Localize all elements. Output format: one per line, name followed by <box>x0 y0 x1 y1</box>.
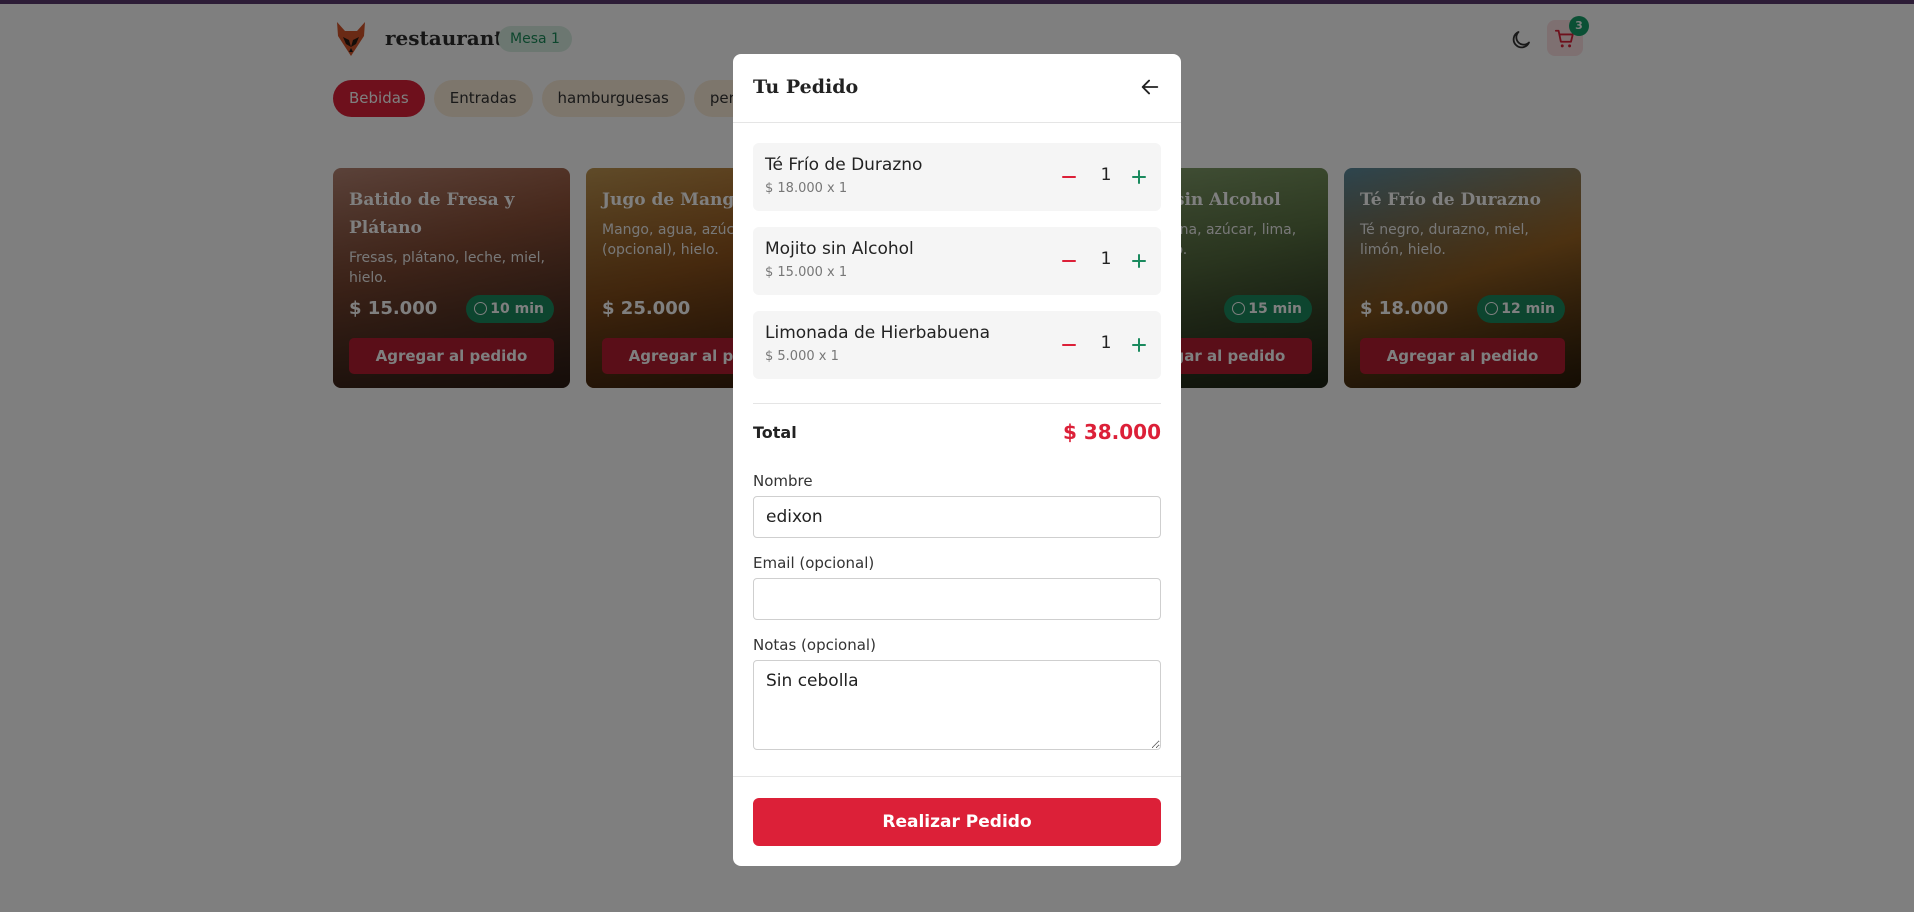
plus-icon[interactable] <box>1127 333 1151 357</box>
order-item: Mojito sin Alcohol $ 15.000 x 1 1 <box>753 227 1161 295</box>
quantity-value: 1 <box>1100 249 1112 269</box>
place-order-button[interactable]: Realizar Pedido <box>753 798 1161 846</box>
order-item-name: Té Frío de Durazno <box>765 155 923 175</box>
minus-icon[interactable] <box>1057 249 1081 273</box>
order-item-price: $ 5.000 x 1 <box>765 349 839 364</box>
order-item-price: $ 15.000 x 1 <box>765 265 848 280</box>
total-label: Total <box>753 423 797 442</box>
name-input[interactable] <box>753 496 1161 538</box>
modal-title: Tu Pedido <box>753 76 859 98</box>
minus-icon[interactable] <box>1057 333 1081 357</box>
notes-label: Notas (opcional) <box>753 636 876 654</box>
email-input[interactable] <box>753 578 1161 620</box>
email-label: Email (opcional) <box>753 554 875 572</box>
order-item: Limonada de Hierbabuena $ 5.000 x 1 1 <box>753 311 1161 379</box>
order-item-price: $ 18.000 x 1 <box>765 181 848 196</box>
minus-icon[interactable] <box>1057 165 1081 189</box>
order-item-name: Limonada de Hierbabuena <box>765 323 990 343</box>
quantity-value: 1 <box>1100 333 1112 353</box>
divider <box>753 403 1161 404</box>
order-item: Té Frío de Durazno $ 18.000 x 1 1 <box>753 143 1161 211</box>
plus-icon[interactable] <box>1127 249 1151 273</box>
quantity-value: 1 <box>1100 165 1112 185</box>
name-label: Nombre <box>753 472 813 490</box>
arrow-left-icon[interactable] <box>1139 76 1161 98</box>
notes-textarea[interactable]: Sin cebolla <box>753 660 1161 750</box>
order-modal: Tu Pedido Té Frío de Durazno $ 18.000 x … <box>733 54 1181 866</box>
plus-icon[interactable] <box>1127 165 1151 189</box>
total-value: $ 38.000 <box>1062 420 1161 444</box>
modal-footer-divider <box>733 776 1181 777</box>
order-item-name: Mojito sin Alcohol <box>765 239 914 259</box>
modal-header: Tu Pedido <box>733 54 1181 123</box>
